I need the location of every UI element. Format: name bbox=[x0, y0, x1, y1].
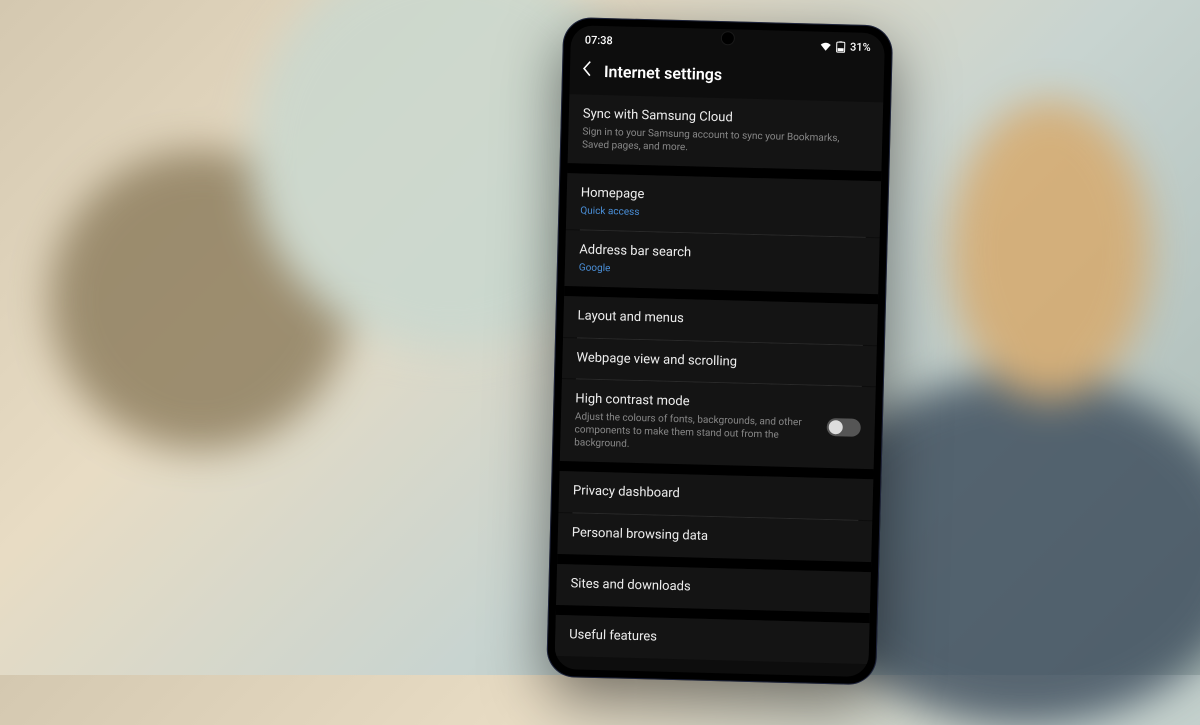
battery-percent: 31% bbox=[850, 40, 871, 54]
toggle-switch[interactable] bbox=[827, 418, 861, 437]
wifi-icon bbox=[820, 41, 832, 51]
header: Internet settings bbox=[569, 50, 884, 102]
front-camera bbox=[721, 31, 735, 45]
item-title: Webpage view and scrolling bbox=[576, 349, 862, 373]
settings-item[interactable]: Sync with Samsung CloudSign in to your S… bbox=[568, 94, 884, 171]
settings-item[interactable]: HomepageQuick access bbox=[566, 172, 881, 236]
item-subtitle: Sign in to your Samsung account to sync … bbox=[582, 125, 869, 158]
settings-item[interactable]: Useful features bbox=[555, 614, 870, 663]
item-title: Personal browsing data bbox=[572, 525, 858, 549]
settings-list: Sync with Samsung CloudSign in to your S… bbox=[555, 94, 884, 664]
item-subtitle: Adjust the colours of fonts, backgrounds… bbox=[574, 410, 815, 455]
item-title: Sites and downloads bbox=[570, 576, 856, 600]
battery-icon bbox=[836, 40, 846, 52]
settings-item[interactable]: Address bar searchGoogle bbox=[564, 229, 879, 293]
clock: 07:38 bbox=[585, 33, 613, 47]
item-title: Privacy dashboard bbox=[573, 483, 859, 507]
settings-item[interactable]: High contrast modeAdjust the colours of … bbox=[560, 379, 876, 469]
back-icon[interactable] bbox=[582, 60, 593, 80]
page-title: Internet settings bbox=[604, 61, 723, 83]
item-title: Useful features bbox=[569, 627, 855, 651]
screen: 07:38 31% Internet settings Sync with Sa… bbox=[554, 25, 885, 677]
phone-frame: 07:38 31% Internet settings Sync with Sa… bbox=[546, 16, 893, 684]
item-title: Layout and menus bbox=[577, 308, 863, 332]
